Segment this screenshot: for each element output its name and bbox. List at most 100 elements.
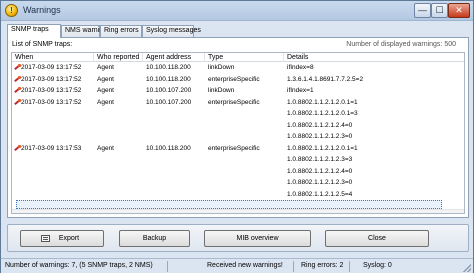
traps-table[interactable]: When Who reported Agent address Type Det… [11, 52, 465, 214]
table-row[interactable]: 1.0.8802.1.1.2.1.2.3=0 [12, 132, 464, 141]
status-bar: Number of warnings: 7, (5 SNMP traps, 2 … [1, 258, 473, 273]
cell-when [12, 132, 94, 141]
table-row[interactable]: 1.0.8802.1.1.2.1.2.3=3 [12, 155, 464, 164]
title-bar: ! Warnings — ☐ ✕ [1, 1, 473, 21]
table-row[interactable]: 2017-03-09 13:17:52 Agent 10.100.118.200 en… [12, 75, 464, 84]
table-row[interactable]: 1.0.8802.1.1.2.1.2.3=0 [12, 178, 464, 187]
cell-when [12, 190, 94, 199]
tab-snmp-traps[interactable]: SNMP traps [7, 24, 61, 38]
table-row[interactable]: 2017-03-09 13:17:53 Agent 10.100.118.200 en… [12, 144, 464, 153]
displayed-count-label: Number of displayed warnings: 500 [346, 41, 456, 48]
cell-agent-address [143, 190, 205, 199]
column-header-agent-address[interactable]: Agent address [143, 53, 205, 62]
warnings-window: ! Warnings — ☐ ✕ SNMP traps NMS warnings… [0, 0, 474, 273]
column-header-when[interactable]: When [12, 53, 94, 62]
minimize-button[interactable]: — [414, 3, 431, 18]
cell-when [12, 155, 94, 164]
cell-details: 1.0.8802.1.1.2.1.2.3=0 [287, 133, 353, 140]
column-header-type[interactable]: Type [205, 53, 284, 62]
cell-when [12, 178, 94, 187]
cell-when: 2017-03-09 13:17:52 [21, 75, 82, 83]
cell-details: ifIndex=8 [287, 64, 314, 71]
cell-who-reported [94, 109, 143, 118]
warning-icon: ! [5, 4, 18, 17]
status-separator [349, 261, 350, 272]
cell-when: 2017-03-09 13:17:53 [21, 144, 82, 152]
cell-details: 1.0.8802.1.1.2.1.2.4=0 [287, 167, 353, 175]
table-row[interactable]: 1.0.8802.1.1.2.1.2.4=0 [12, 167, 464, 176]
cell-when [12, 167, 94, 176]
cell-details: 1.0.8802.1.1.2.1.2.4=0 [287, 121, 353, 129]
cell-when [12, 109, 94, 118]
cell-agent-address: 10.100.107.200 [146, 98, 192, 106]
cell-who-reported: Agent [97, 98, 114, 106]
cell-agent-address [143, 121, 205, 130]
cell-type [205, 109, 284, 118]
selected-row-highlight [16, 200, 442, 209]
cell-agent-address [143, 109, 205, 118]
maximize-button[interactable]: ☐ [431, 3, 448, 18]
cell-who-reported: Agent [97, 87, 114, 94]
cell-who-reported [94, 132, 143, 141]
table-header: When Who reported Agent address Type Det… [12, 53, 464, 62]
cell-type: linkDown [208, 87, 235, 94]
tab-ring-errors[interactable]: Ring errors [100, 25, 142, 37]
tab-nms-warnings[interactable]: NMS warnings [61, 25, 111, 37]
cell-agent-address: 10.100.107.200 [146, 87, 192, 94]
status-separator [167, 261, 168, 272]
status-syslog: Syslog: 0 [363, 262, 392, 269]
cell-when [12, 121, 94, 130]
resize-grip-icon[interactable] [463, 264, 471, 272]
cell-details: 1.0.8802.1.1.2.1.2.0.1=1 [287, 98, 358, 106]
cell-details: 1.0.8802.1.1.2.1.2.0.1=1 [287, 144, 358, 152]
table-row[interactable]: 1.0.8802.1.1.2.1.2.0.1=3 [12, 109, 464, 118]
cell-type [205, 155, 284, 164]
cell-agent-address [143, 167, 205, 176]
horizontal-scrollbar[interactable] [12, 209, 464, 213]
cell-type: enterpriseSpecific [208, 75, 260, 83]
tab-syslog-messages[interactable]: Syslog messages [142, 25, 201, 37]
table-row[interactable]: 1.0.8802.1.1.2.1.2.5=4 [12, 190, 464, 199]
cell-agent-address [143, 155, 205, 164]
status-separator [293, 261, 294, 272]
cell-agent-address: 10.100.118.200 [146, 144, 191, 152]
table-row[interactable]: 2017-03-09 13:17:52 Agent 10.100.107.200 li… [12, 86, 464, 95]
cell-when: 2017-03-09 13:17:52 [21, 98, 82, 106]
status-ring-errors: Ring errors: 2 [301, 262, 344, 269]
window-title: Warnings [23, 5, 61, 15]
table-row[interactable]: 2017-03-09 13:17:52 Agent 10.100.107.200 en… [12, 98, 464, 107]
status-received: Received new warnings! [207, 262, 283, 269]
close-window-button[interactable]: ✕ [448, 3, 470, 18]
cell-type [205, 178, 284, 187]
cell-type [205, 121, 284, 130]
cell-agent-address: 10.100.118.200 [146, 64, 191, 71]
table-row[interactable]: 2017-03-09 13:17:52 Agent 10.100.118.200 li… [12, 63, 464, 72]
cell-when: 2017-03-09 13:17:52 [21, 87, 82, 94]
cell-type [205, 190, 284, 199]
backup-button[interactable]: Backup [119, 230, 190, 247]
cell-type [205, 132, 284, 141]
cell-who-reported: Agent [97, 75, 114, 83]
cell-type [205, 167, 284, 176]
cell-agent-address: 10.100.118.200 [146, 75, 191, 83]
close-button[interactable]: Close [325, 230, 429, 247]
cell-who-reported [94, 121, 143, 130]
button-area: Export Backup MIB overview Close [7, 224, 469, 252]
snmp-traps-panel: List of SNMP traps: Number of displayed … [7, 37, 469, 218]
cell-details: 1.0.8802.1.1.2.1.2.3=0 [287, 179, 353, 186]
export-button[interactable]: Export [20, 230, 104, 247]
export-button-label: Export [58, 235, 80, 242]
column-header-who-reported[interactable]: Who reported [94, 53, 143, 62]
cell-details: 1.0.8802.1.1.2.1.2.3=3 [287, 156, 353, 163]
cell-details: ifIndex=1 [287, 87, 314, 94]
cell-who-reported: Agent [97, 144, 114, 152]
mib-overview-button[interactable]: MIB overview [204, 230, 311, 247]
cell-type: enterpriseSpecific [208, 144, 260, 152]
cell-details: 1.3.6.1.4.1.8691.7.7.2.5=2 [287, 75, 364, 83]
cell-who-reported [94, 190, 143, 199]
column-header-details[interactable]: Details [284, 53, 464, 62]
cell-details: 1.0.8802.1.1.2.1.2.0.1=3 [287, 110, 358, 117]
cell-agent-address [143, 178, 205, 187]
cell-who-reported [94, 167, 143, 176]
table-row[interactable]: 1.0.8802.1.1.2.1.2.4=0 [12, 121, 464, 130]
